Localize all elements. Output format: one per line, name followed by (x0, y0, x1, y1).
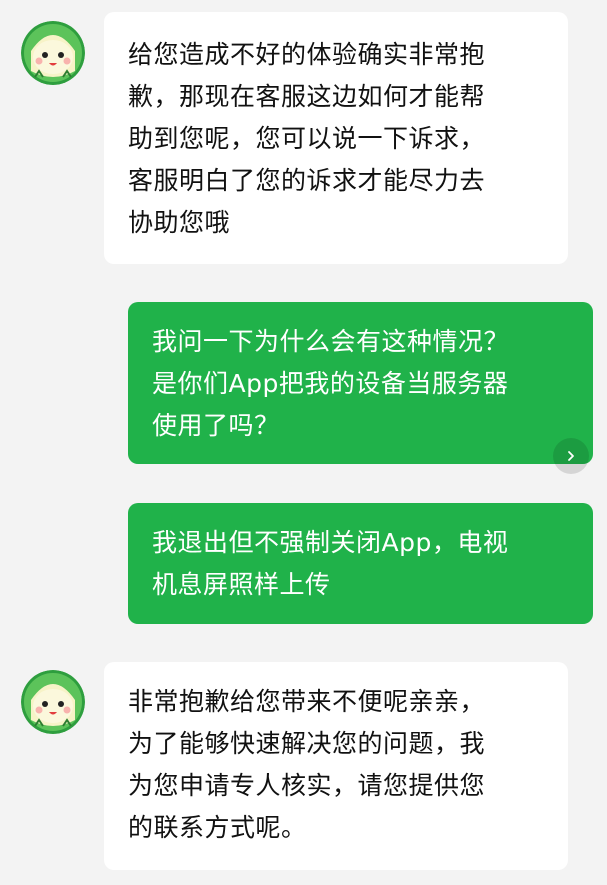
message-line: 我问一下为什么会有这种情况？ (152, 327, 510, 356)
message-line: 非常抱歉给您带来不便呢亲亲， (128, 687, 486, 716)
message-line: 是你们App把我的设备当服务器 (152, 369, 509, 398)
message-line: 为您申请专人核实，请您提供您 (128, 771, 486, 800)
message-bubble-user-1[interactable]: 我问一下为什么会有这种情况？ 是你们App把我的设备当服务器 使用了吗？ (128, 302, 593, 464)
agent-avatar[interactable] (21, 21, 85, 85)
message-line: 的联系方式呢。 (128, 813, 307, 842)
message-bubble-user-2[interactable]: 我退出但不强制关闭App，电视 机息屏照样上传 (128, 503, 593, 624)
message-line: 为了能够快速解决您的问题，我 (128, 729, 486, 758)
cartoon-melon-avatar-icon (21, 21, 85, 85)
message-line: 机息屏照样上传 (152, 570, 331, 599)
agent-avatar[interactable] (21, 670, 85, 734)
cartoon-melon-avatar-icon (21, 670, 85, 734)
message-line: 使用了吗？ (152, 411, 280, 440)
message-line: 助到您呢，您可以说一下诉求， (128, 124, 486, 153)
chat-conversation: 给您造成不好的体验确实非常抱 歉，那现在客服这边如何才能帮 助到您呢，您可以说一… (0, 0, 607, 885)
message-line: 歉，那现在客服这边如何才能帮 (128, 82, 486, 111)
message-line: 给您造成不好的体验确实非常抱 (128, 40, 486, 69)
message-bubble-agent-2[interactable]: 非常抱歉给您带来不便呢亲亲， 为了能够快速解决您的问题，我 为您申请专人核实，请… (104, 662, 568, 870)
chevron-right-icon (568, 451, 574, 461)
message-line: 协助您哦 (128, 208, 231, 237)
more-button[interactable] (553, 438, 589, 474)
message-bubble-agent-1[interactable]: 给您造成不好的体验确实非常抱 歉，那现在客服这边如何才能帮 助到您呢，您可以说一… (104, 12, 568, 264)
message-line: 我退出但不强制关闭App，电视 (152, 528, 509, 557)
message-line: 客服明白了您的诉求才能尽力去 (128, 166, 486, 195)
